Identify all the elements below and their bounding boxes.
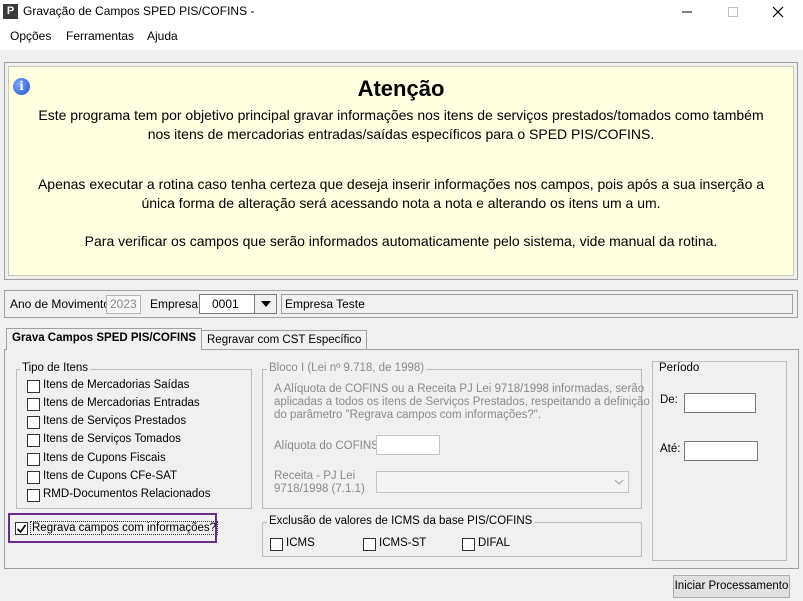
chk-label: Itens de Serviços Tomados [43, 433, 181, 445]
close-button[interactable] [755, 0, 801, 24]
tab-grava-campos[interactable]: Grava Campos SPED PIS/COFINS [6, 328, 203, 350]
periodo-group [652, 361, 787, 561]
ate-date-input[interactable] [684, 441, 758, 461]
attention-text-2b: única forma de alteração será acessando … [141, 195, 661, 211]
menu-ferramentas[interactable]: Ferramentas [66, 29, 134, 43]
chk-servicos-prestados[interactable] [27, 416, 40, 429]
maximize-icon [728, 7, 738, 17]
bloco-desc-2: aplicadas a todos os itens de Serviços P… [274, 396, 650, 408]
maximize-button [710, 0, 756, 24]
chk-label: ICMS-ST [379, 537, 427, 549]
app-icon: P [3, 4, 18, 19]
chk-label: Itens de Serviços Prestados [43, 415, 187, 427]
chk-label: Itens de Mercadorias Entradas [43, 397, 200, 409]
de-date-input[interactable] [684, 393, 756, 413]
close-icon [772, 6, 784, 18]
periodo-title: Período [657, 362, 702, 374]
attention-text-2a: Apenas executar a rotina caso tenha cert… [37, 176, 765, 192]
bloco-desc-1: A Alíquota de COFINS ou a Receita PJ Lei… [274, 383, 645, 395]
menu-opcoes[interactable]: Opções [10, 29, 51, 43]
chk-rmd-documentos[interactable] [27, 489, 40, 502]
attention-text-1a: Este programa tem por objetivo principal… [38, 107, 764, 123]
receita-select[interactable] [376, 471, 629, 493]
chk-cupons-cfe-sat[interactable] [27, 471, 40, 484]
empresa-dropdown-button[interactable] [255, 294, 277, 314]
attention-text-3: Para verificar os campos que serão infor… [84, 233, 718, 249]
receita-label-1: Receita - PJ Lei [274, 470, 356, 482]
attention-text-1b: nos itens de mercadorias entradas/saídas… [147, 126, 655, 142]
attention-title: Atenção [357, 76, 445, 101]
chk-label: RMD-Documentos Relacionados [43, 488, 211, 500]
receita-dropdown-button[interactable] [610, 472, 628, 492]
receita-label-2: 9718/1998 (7.1.1) [274, 483, 365, 495]
window-title: Gravação de Campos SPED PIS/COFINS - [23, 4, 255, 18]
ano-field: 2023 [106, 295, 141, 314]
exclusao-title: Exclusão de valores de ICMS da base PIS/… [267, 515, 535, 527]
regrava-label: Regrava campos com informações? [30, 521, 219, 535]
chk-label: Itens de Mercadorias Saídas [43, 379, 190, 391]
empresa-label: Empresa: [150, 297, 202, 311]
aliquota-input[interactable] [376, 435, 440, 455]
empresa-name-field: Empresa Teste [281, 294, 793, 314]
chk-icms-st[interactable] [363, 538, 376, 551]
ate-label: Até: [660, 443, 681, 455]
chk-label: Itens de Cupons CFe-SAT [43, 470, 178, 482]
iniciar-processamento-button[interactable]: Iniciar Processamento [673, 575, 790, 598]
chk-label: ICMS [286, 537, 315, 549]
check-icon [16, 524, 27, 534]
chk-mercadorias-entradas[interactable] [27, 398, 40, 411]
chk-cupons-fiscais[interactable] [27, 453, 40, 466]
chk-mercadorias-saidas[interactable] [27, 380, 40, 393]
tab-regravar-cst[interactable]: Regravar com CST Específico [201, 330, 368, 349]
chk-regrava[interactable] [15, 522, 28, 535]
empresa-code-input[interactable]: 0001 [199, 294, 255, 314]
chk-difal[interactable] [462, 538, 475, 551]
bloco-desc-3: do parâmetro "Regrava campos com informa… [274, 409, 542, 421]
exclusao-group [262, 522, 642, 557]
ano-label: Ano de Movimento: [10, 297, 114, 311]
chk-label: DIFAL [478, 537, 510, 549]
chevron-down-icon [260, 301, 271, 307]
minimize-button[interactable] [664, 0, 710, 24]
de-label: De: [660, 394, 678, 406]
chk-servicos-tomados[interactable] [27, 434, 40, 447]
menu-ajuda[interactable]: Ajuda [147, 29, 178, 43]
chk-icms[interactable] [270, 538, 283, 551]
minimize-icon [682, 11, 692, 13]
chk-label: Itens de Cupons Fiscais [43, 452, 166, 464]
aliquota-label: Alíquota do COFINS [274, 440, 379, 452]
chevron-down-icon [614, 479, 624, 485]
tipo-itens-title: Tipo de Itens [20, 362, 91, 374]
bloco-title: Bloco I (Lei nº 9.718, de 1998) [267, 362, 427, 374]
